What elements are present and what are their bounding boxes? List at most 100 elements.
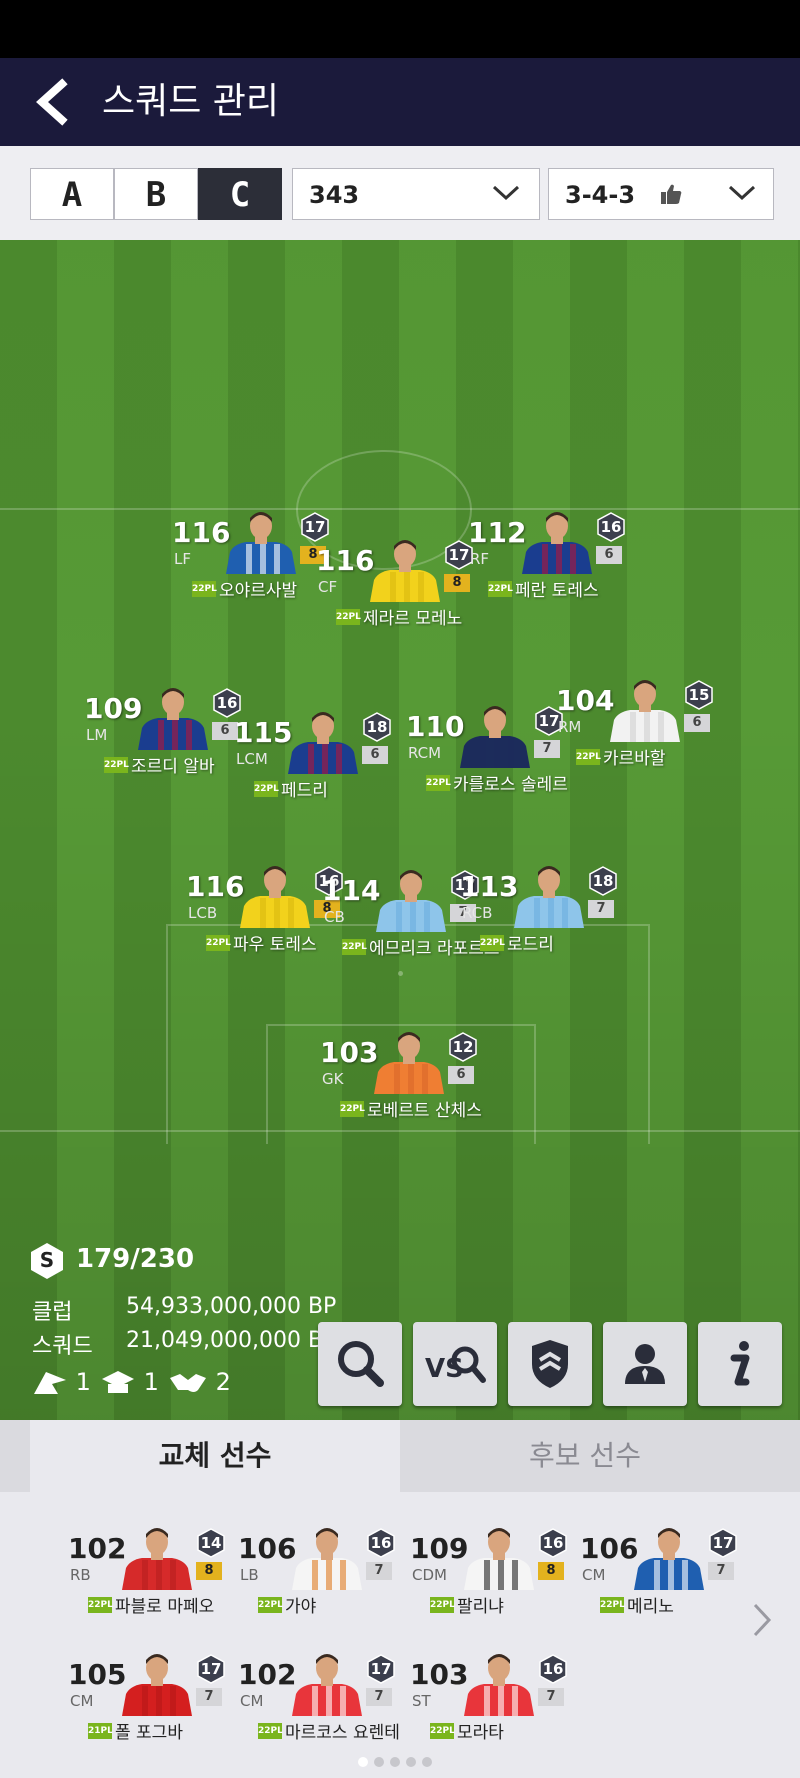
tab-reserves[interactable]: 후보 선수 <box>400 1420 770 1492</box>
player-name-row: 22PL 가야 <box>258 1592 316 1617</box>
manager-button[interactable] <box>603 1322 687 1406</box>
team-button[interactable] <box>508 1322 592 1406</box>
grade-hexagon: 18 <box>362 712 392 742</box>
player-name-row: 22PL 모라타 <box>430 1718 504 1743</box>
squad-value-label: 스쿼드 <box>32 1334 93 1359</box>
squad-tab-a[interactable]: A <box>30 168 114 220</box>
chevron-right-icon[interactable] <box>750 1600 774 1640</box>
goal-line <box>0 1130 800 1132</box>
search-icon <box>338 1341 384 1387</box>
squad-tab-b[interactable]: B <box>114 168 198 220</box>
player-position: GK <box>322 1070 344 1088</box>
squad-tab-c[interactable]: C <box>198 168 282 220</box>
player-name-row: 22PL 페란 토레스 <box>488 576 599 601</box>
player-name: 팔리냐 <box>457 1597 504 1617</box>
penalty-spot <box>398 971 403 976</box>
player-position: CDM <box>412 1566 447 1584</box>
player-grade: 17 <box>304 518 326 536</box>
tactic-select[interactable]: 3-4-3 <box>548 168 774 220</box>
player-grade: 14 <box>200 1534 222 1552</box>
substitute-card[interactable]: 109 CDM 16 8 22PL 팔리냐 <box>410 1526 580 1646</box>
player-position: CM <box>240 1692 264 1710</box>
season-badge: 22PL <box>192 580 217 597</box>
compare-button[interactable]: VS <box>413 1322 497 1406</box>
season-badge: 22PL <box>340 1100 365 1117</box>
player-photo <box>516 510 598 574</box>
substitute-card[interactable]: 106 LB 16 7 22PL 가야 <box>238 1526 408 1646</box>
player-name-row: 22PL 오야르사발 <box>192 576 297 601</box>
player-position: LB <box>240 1566 259 1584</box>
season-badge: 22PL <box>426 774 451 791</box>
player-photo <box>220 510 302 574</box>
grade-hexagon: 16 <box>538 1528 568 1558</box>
season-badge: 22PL <box>600 1596 625 1613</box>
player-name: 로드리 <box>507 935 554 955</box>
chevron-left-icon <box>36 78 68 126</box>
chevron-down-icon <box>492 185 520 201</box>
club-value: 54,933,000,000 BP <box>126 1294 337 1319</box>
season-badge: 22PL <box>576 748 601 765</box>
enhance-level: 8 <box>538 1562 564 1580</box>
player-name: 카르바할 <box>603 749 666 769</box>
captain-counter: 1 <box>100 1368 159 1400</box>
player-photo <box>116 1652 198 1716</box>
player-photo <box>286 1652 368 1716</box>
player-card[interactable]: 103 GK 12 6 22PL 로베르트 산체스 <box>320 1030 550 1130</box>
page-title: 스쿼드 관리 <box>102 81 280 122</box>
search-button[interactable] <box>318 1322 402 1406</box>
player-name: 파블로 마페오 <box>115 1597 215 1617</box>
player-position: LF <box>174 550 191 568</box>
page-dot[interactable] <box>358 1757 368 1767</box>
player-name-row: 22PL 메리노 <box>600 1592 674 1617</box>
player-photo <box>370 868 452 932</box>
substitute-card[interactable]: 102 RB 14 8 22PL 파블로 마페오 <box>68 1526 238 1646</box>
page-dot[interactable] <box>390 1757 400 1767</box>
formation-select[interactable]: 343 <box>292 168 540 220</box>
player-card[interactable]: 112 RF 16 6 22PL 페란 토레스 <box>468 510 698 610</box>
player-photo <box>132 686 214 750</box>
formation-value: 343 <box>309 181 360 209</box>
player-name: 가야 <box>285 1597 317 1617</box>
back-button[interactable] <box>30 76 80 128</box>
player-photo <box>368 1030 450 1094</box>
season-badge: 22PL <box>480 934 505 951</box>
tab-substitutes[interactable]: 교체 선수 <box>30 1420 400 1492</box>
substitute-card[interactable]: 106 CM 17 7 22PL 메리노 <box>580 1526 750 1646</box>
page-dot[interactable] <box>374 1757 384 1767</box>
player-name-row: 21PL 폴 포그바 <box>88 1718 183 1743</box>
header: 스쿼드 관리 <box>0 58 800 146</box>
substitute-card[interactable]: 105 CM 17 7 21PL 폴 포그바 <box>68 1652 238 1772</box>
enhance-level: 7 <box>708 1562 734 1580</box>
player-photo <box>628 1526 710 1590</box>
player-grade: 18 <box>366 718 388 736</box>
player-position: LCM <box>236 750 268 768</box>
season-badge: 22PL <box>342 938 367 955</box>
player-position: RB <box>70 1566 91 1584</box>
player-photo <box>458 1526 540 1590</box>
player-card[interactable]: 104 RM 15 6 22PL 카르바할 <box>556 678 786 778</box>
player-photo <box>286 1526 368 1590</box>
player-name: 제라르 모레노 <box>363 609 463 629</box>
page-dot[interactable] <box>406 1757 416 1767</box>
enhance-level: 8 <box>196 1562 222 1580</box>
grade-hexagon: 17 <box>366 1654 396 1684</box>
player-grade: 18 <box>592 872 614 890</box>
info-button[interactable] <box>698 1322 782 1406</box>
handshake-counter: 2 <box>168 1368 231 1400</box>
player-name: 페드리 <box>281 781 328 801</box>
player-name-row: 22PL 페드리 <box>254 776 328 801</box>
season-badge: 22PL <box>254 780 279 797</box>
status-bar <box>0 0 800 58</box>
player-grade: 16 <box>542 1660 564 1678</box>
player-grade: 15 <box>688 686 710 704</box>
player-name: 페란 토레스 <box>515 581 599 601</box>
player-name: 파우 토레스 <box>233 935 317 955</box>
page-dot[interactable] <box>422 1757 432 1767</box>
salary-cap-badge: S <box>30 1242 64 1280</box>
season-badge: 22PL <box>104 756 129 773</box>
season-badge: 22PL <box>488 580 513 597</box>
enhance-level: 8 <box>444 574 470 592</box>
player-position: RF <box>470 550 490 568</box>
player-position: CM <box>582 1566 606 1584</box>
player-card[interactable]: 113 RCB 18 7 22PL 로드리 <box>460 864 690 964</box>
